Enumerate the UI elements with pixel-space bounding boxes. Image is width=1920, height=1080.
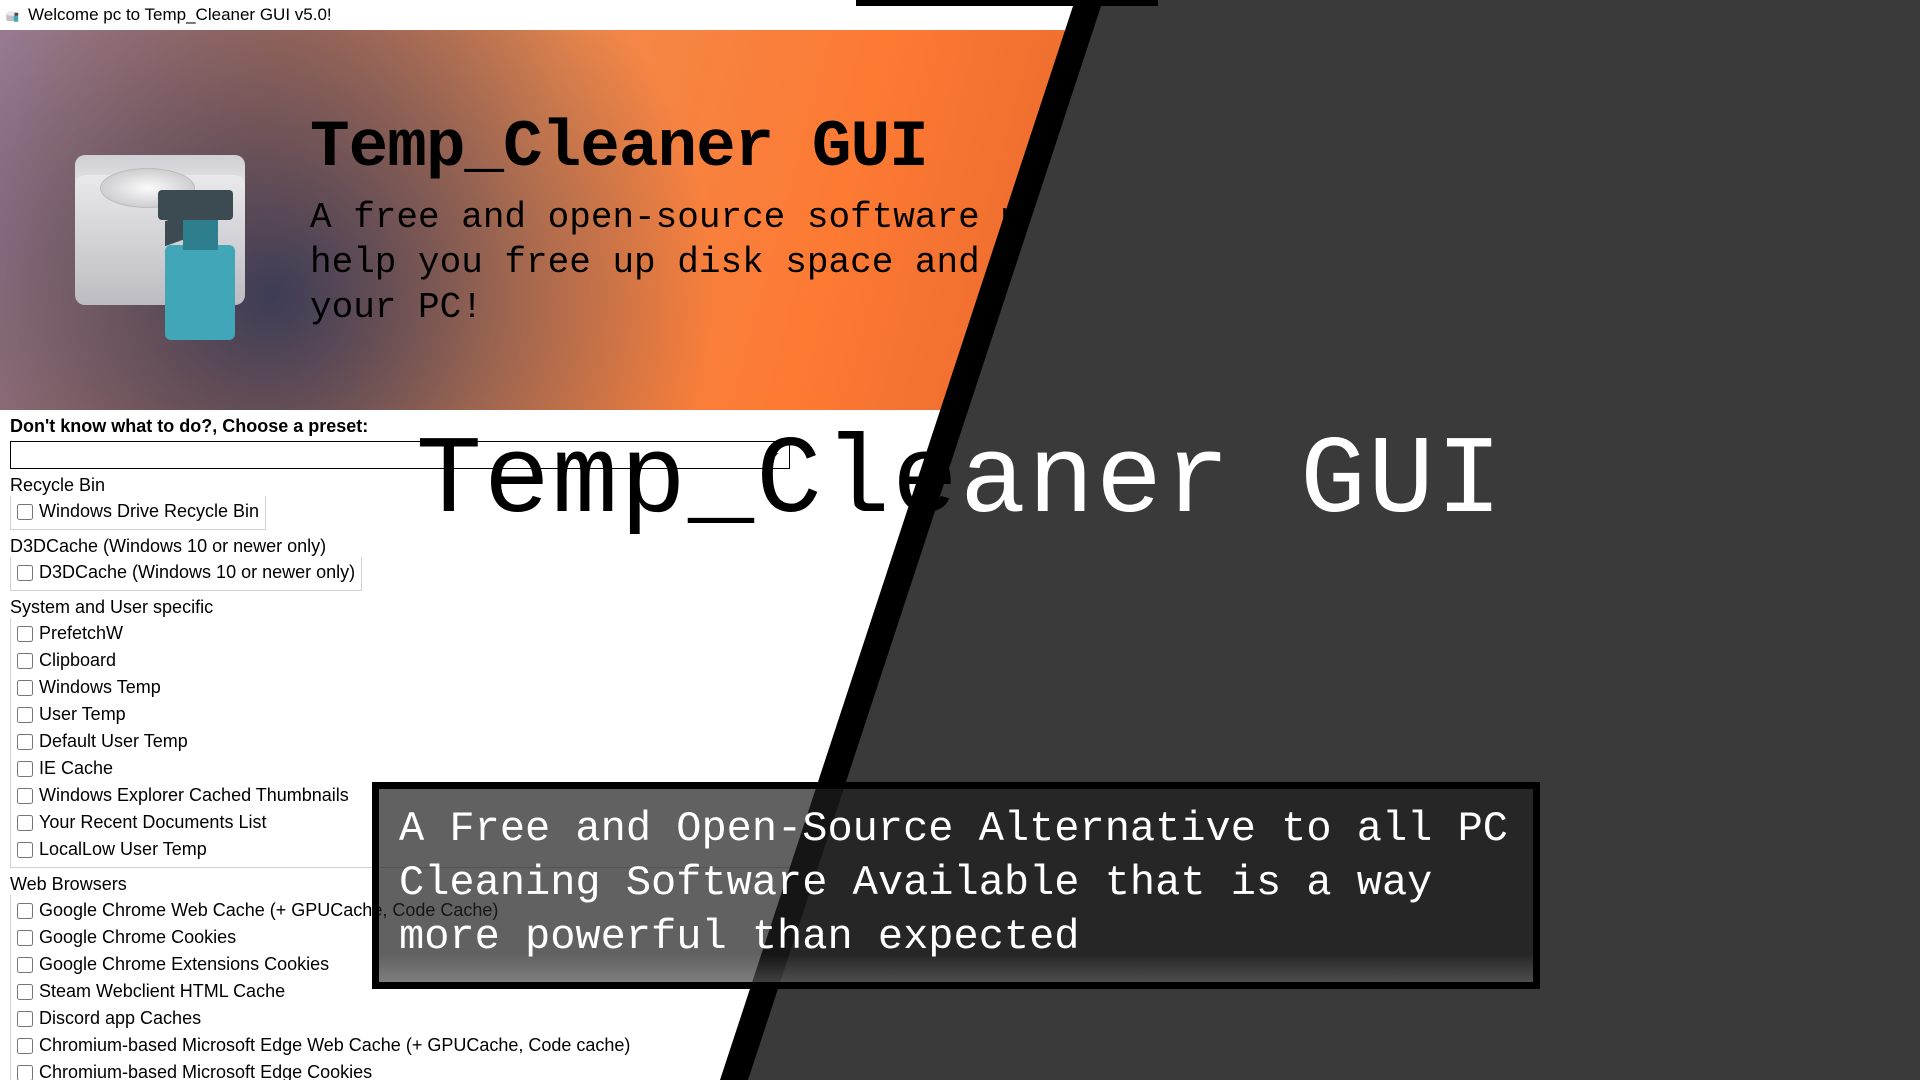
option-label: Google Chrome Extensions Cookies bbox=[39, 952, 329, 977]
top-strip bbox=[856, 0, 1158, 6]
checkbox-steam-html[interactable] bbox=[17, 984, 33, 1000]
option-clipboard[interactable]: Clipboard bbox=[11, 647, 1499, 674]
checkbox-clipboard[interactable] bbox=[17, 653, 33, 669]
group-title-system: System and User specific bbox=[10, 597, 1500, 618]
option-ie-cache[interactable]: IE Cache bbox=[11, 755, 1499, 782]
checkbox-thumb[interactable] bbox=[17, 788, 33, 804]
window-title: Welcome pc to Temp_Cleaner GUI v5.0! bbox=[28, 5, 332, 25]
option-label: Clipboard bbox=[39, 648, 116, 673]
checkbox-locallow[interactable] bbox=[17, 842, 33, 858]
option-win-temp[interactable]: Windows Temp bbox=[11, 674, 1499, 701]
app-title: Temp_Cleaner GUI bbox=[310, 110, 1230, 185]
promo-title-right: aner GUI bbox=[960, 420, 1504, 545]
checkbox-edge-cache[interactable] bbox=[17, 1038, 33, 1054]
option-def-user[interactable]: Default User Temp bbox=[11, 728, 1499, 755]
promo-title: Temp_Cleaner GUI bbox=[0, 420, 1920, 545]
checkbox-recent-docs[interactable] bbox=[17, 815, 33, 831]
option-edge-cookies[interactable]: Chromium-based Microsoft Edge Cookies bbox=[11, 1059, 1499, 1080]
option-label: Google Chrome Cookies bbox=[39, 925, 236, 950]
option-d3d-cache[interactable]: D3DCache (Windows 10 or newer only) bbox=[11, 559, 361, 586]
option-label: PrefetchW bbox=[39, 621, 123, 646]
option-label: Discord app Caches bbox=[39, 1006, 201, 1031]
option-label: Chromium-based Microsoft Edge Web Cache … bbox=[39, 1033, 630, 1058]
option-label: User Temp bbox=[39, 702, 126, 727]
option-user-temp[interactable]: User Temp bbox=[11, 701, 1499, 728]
option-edge-cache[interactable]: Chromium-based Microsoft Edge Web Cache … bbox=[11, 1032, 1499, 1059]
promo-title-left: Temp_Cle bbox=[416, 420, 960, 545]
header-banner: Temp_Cleaner GUI A free and open-source … bbox=[0, 30, 1510, 410]
option-label: Your Recent Documents List bbox=[39, 810, 266, 835]
promo-box: A Free and Open-Source Alternative to al… bbox=[372, 782, 1540, 989]
app-icon bbox=[4, 6, 22, 24]
option-prefetchw[interactable]: PrefetchW bbox=[11, 620, 1499, 647]
checkbox-discord[interactable] bbox=[17, 1011, 33, 1027]
checkbox-edge-cookies[interactable] bbox=[17, 1065, 33, 1080]
option-label: Steam Webclient HTML Cache bbox=[39, 979, 285, 1004]
titlebar[interactable]: Welcome pc to Temp_Cleaner GUI v5.0! bbox=[0, 0, 1510, 30]
option-label: Windows Temp bbox=[39, 675, 161, 700]
checkbox-prefetchw[interactable] bbox=[17, 626, 33, 642]
checkbox-ie-cache[interactable] bbox=[17, 761, 33, 777]
checkbox-user-temp[interactable] bbox=[17, 707, 33, 723]
checkbox-chrome-cache[interactable] bbox=[17, 903, 33, 919]
option-discord[interactable]: Discord app Caches bbox=[11, 1005, 1499, 1032]
promo-box-text: A Free and Open-Source Alternative to al… bbox=[399, 805, 1508, 961]
option-label: Windows Explorer Cached Thumbnails bbox=[39, 783, 349, 808]
option-label: LocalLow User Temp bbox=[39, 837, 207, 862]
option-label: D3DCache (Windows 10 or newer only) bbox=[39, 560, 355, 585]
app-logo bbox=[70, 120, 270, 320]
checkbox-chrome-cookies[interactable] bbox=[17, 930, 33, 946]
group-d3d: D3DCache (Windows 10 or newer only) bbox=[10, 557, 362, 591]
checkbox-def-user[interactable] bbox=[17, 734, 33, 750]
checkbox-chrome-ext[interactable] bbox=[17, 957, 33, 973]
option-label: Chromium-based Microsoft Edge Cookies bbox=[39, 1060, 372, 1080]
app-subtitle: A free and open-source software made to … bbox=[310, 195, 1230, 330]
option-label: IE Cache bbox=[39, 756, 113, 781]
option-label: Default User Temp bbox=[39, 729, 188, 754]
checkbox-win-temp[interactable] bbox=[17, 680, 33, 696]
checkbox-d3d-cache[interactable] bbox=[17, 565, 33, 581]
